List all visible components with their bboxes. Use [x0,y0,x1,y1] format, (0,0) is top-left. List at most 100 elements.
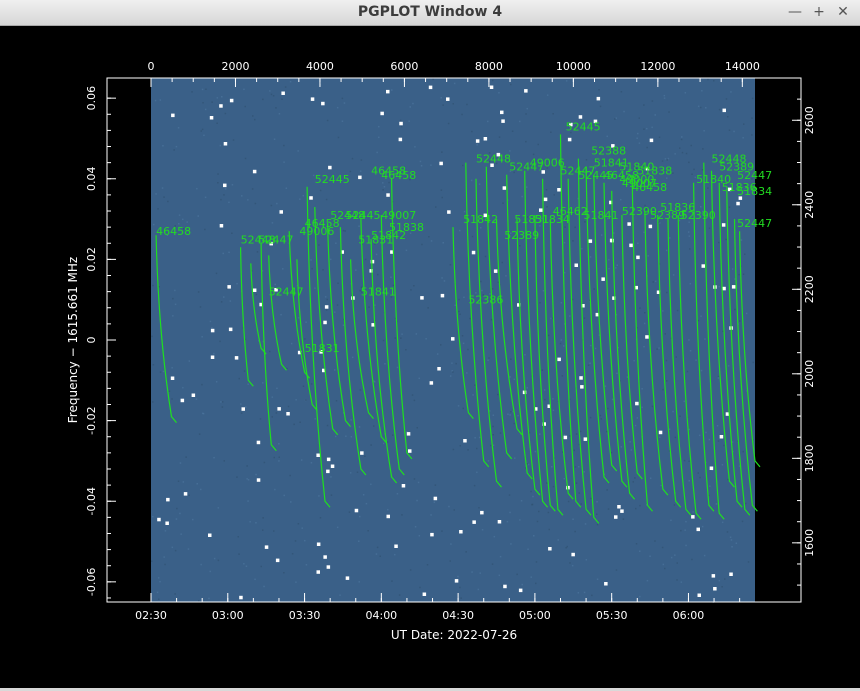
noise-speck [388,181,390,184]
noise-speck [491,563,494,565]
noise-speck [643,345,645,348]
noise-speck [200,488,202,491]
noise-speck [359,170,362,172]
noise-speck [589,362,591,364]
noise-speck [201,336,203,338]
noise-speck [526,387,528,389]
star-point [277,407,281,411]
star-point [157,517,161,522]
star-point [399,121,403,126]
noise-speck [215,381,218,383]
close-button[interactable]: ✕ [834,3,852,21]
noise-speck [182,481,185,483]
noise-speck [580,503,582,505]
noise-speck [461,113,463,116]
noise-speck [717,377,720,379]
star-point [408,449,412,453]
noise-speck [567,500,570,503]
noise-speck [662,563,665,566]
noise-speck [151,335,153,338]
title-bar[interactable]: PGPLOT Window 4 — + ✕ [0,0,860,26]
star-point [326,457,331,462]
star-point [446,97,450,101]
noise-speck [201,128,204,131]
star-point [571,552,575,557]
noise-speck [564,226,566,228]
star-point [281,91,285,95]
y-left-tick-label: -0.06 [85,568,98,596]
star-point [502,186,507,190]
noise-speck [401,514,403,516]
noise-speck [727,116,729,118]
noise-speck [171,546,174,549]
noise-speck [221,401,224,403]
noise-speck [245,565,248,567]
noise-speck [530,576,532,578]
noise-speck [243,88,245,91]
star-point [183,492,188,496]
noise-speck [676,579,678,581]
x-bottom-tick-label: 05:30 [596,609,628,622]
noise-speck [530,490,532,493]
noise-speck [364,258,367,261]
star-point [472,520,476,524]
maximize-button[interactable]: + [810,3,828,21]
noise-speck [204,196,207,199]
noise-speck [256,251,259,253]
star-point [574,263,578,267]
x-bottom-tick-label: 06:00 [673,609,705,622]
noise-speck [471,571,473,573]
noise-speck [405,349,407,351]
noise-speck [440,344,442,346]
star-point [454,579,459,583]
noise-speck [676,309,679,312]
noise-speck [302,194,305,197]
noise-speck [751,97,754,100]
y-right-tick-label: 1800 [803,444,816,472]
minimize-button[interactable]: — [786,3,804,21]
satellite-label: 51838 [637,165,672,178]
noise-speck [484,255,487,258]
noise-speck [547,334,550,337]
noise-speck [326,298,328,301]
noise-speck [305,564,308,566]
noise-speck [177,480,180,482]
noise-speck [687,231,690,233]
noise-speck [728,129,731,131]
noise-speck [532,153,535,156]
star-point [321,101,325,106]
noise-speck [232,139,235,141]
noise-speck [616,264,618,266]
noise-speck [716,425,719,427]
noise-speck [215,272,218,275]
noise-speck [575,482,578,484]
noise-speck [502,202,504,204]
noise-speck [672,172,674,174]
noise-speck [751,134,753,136]
noise-speck [649,477,652,479]
noise-speck [224,188,227,190]
x-top-tick-label: 0 [148,60,155,73]
star-point [440,293,445,298]
star-point [256,440,261,445]
noise-speck [513,378,516,381]
noise-speck [405,249,408,252]
noise-speck [419,586,421,589]
noise-speck [163,196,165,198]
star-point [324,305,329,309]
noise-speck [572,240,574,242]
noise-speck [209,320,212,323]
noise-speck [394,337,396,339]
noise-speck [739,320,741,322]
noise-speck [521,195,523,198]
noise-speck [641,388,643,390]
noise-speck [509,414,511,416]
noise-speck [198,433,201,435]
noise-speck [172,315,174,317]
noise-speck [718,108,721,111]
noise-speck [344,230,346,232]
noise-speck [263,585,265,588]
noise-speck [626,376,629,378]
noise-speck [375,553,378,555]
noise-speck [159,371,162,373]
